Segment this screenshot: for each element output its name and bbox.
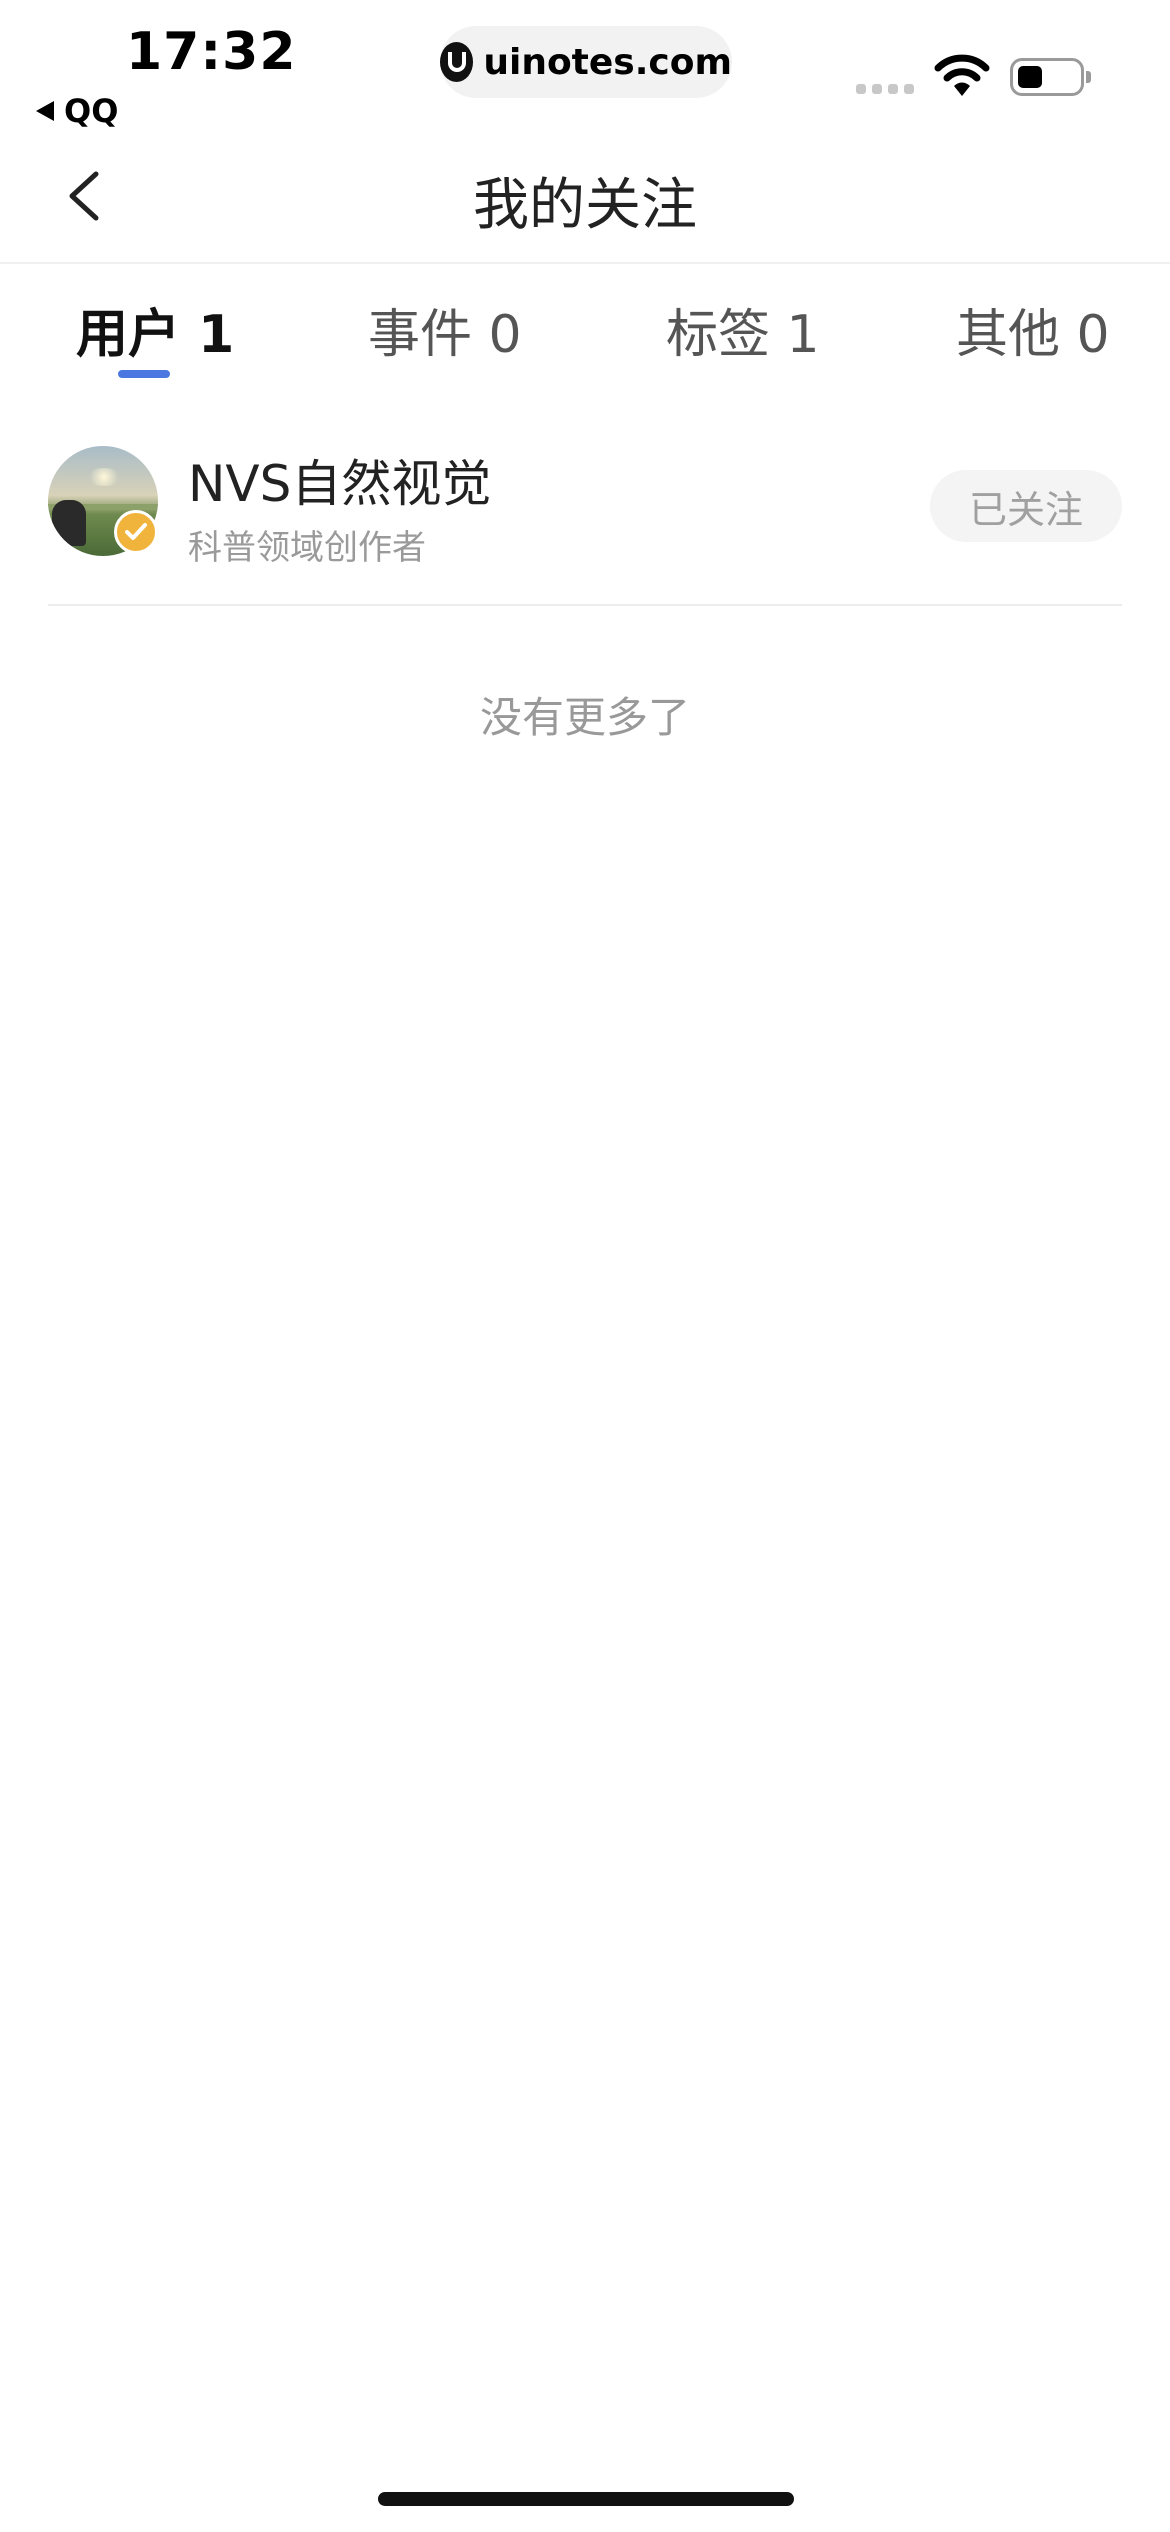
tab-events[interactable]: 事件 0 bbox=[368, 292, 522, 367]
site-logo-icon bbox=[440, 42, 474, 82]
user-description: 科普领域创作者 bbox=[188, 528, 426, 568]
no-more-text: 没有更多了 bbox=[479, 693, 690, 742]
page-title: 我的关注 bbox=[473, 173, 697, 238]
status-time: 17:32 bbox=[126, 22, 297, 82]
tab-tags[interactable]: 标签 1 bbox=[666, 292, 820, 367]
user-name: NVS自然视觉 bbox=[188, 455, 492, 513]
verified-badge-icon bbox=[114, 510, 158, 554]
back-triangle-icon bbox=[36, 101, 54, 121]
status-bar: 17:32 QQ uinotes.com bbox=[0, 0, 1170, 130]
battery-icon bbox=[1010, 58, 1091, 96]
url-text: uinotes.com bbox=[483, 41, 732, 83]
back-app-label: QQ bbox=[64, 92, 119, 130]
active-tab-indicator bbox=[118, 370, 170, 378]
home-indicator[interactable] bbox=[378, 2492, 794, 2506]
url-pill[interactable]: uinotes.com bbox=[440, 26, 732, 98]
tab-bar: 用户 1 事件 0 标签 1 其他 0 bbox=[0, 264, 1170, 384]
tab-users[interactable]: 用户 1 bbox=[76, 292, 234, 367]
signal-icon bbox=[856, 84, 914, 94]
wifi-icon bbox=[934, 54, 990, 96]
list-item[interactable]: NVS自然视觉 科普领域创作者 已关注 bbox=[48, 444, 1122, 606]
followed-button[interactable]: 已关注 bbox=[930, 470, 1122, 542]
tab-others[interactable]: 其他 0 bbox=[956, 292, 1110, 367]
nav-header: 我的关注 bbox=[0, 130, 1170, 264]
back-to-app-button[interactable]: QQ bbox=[36, 92, 118, 130]
